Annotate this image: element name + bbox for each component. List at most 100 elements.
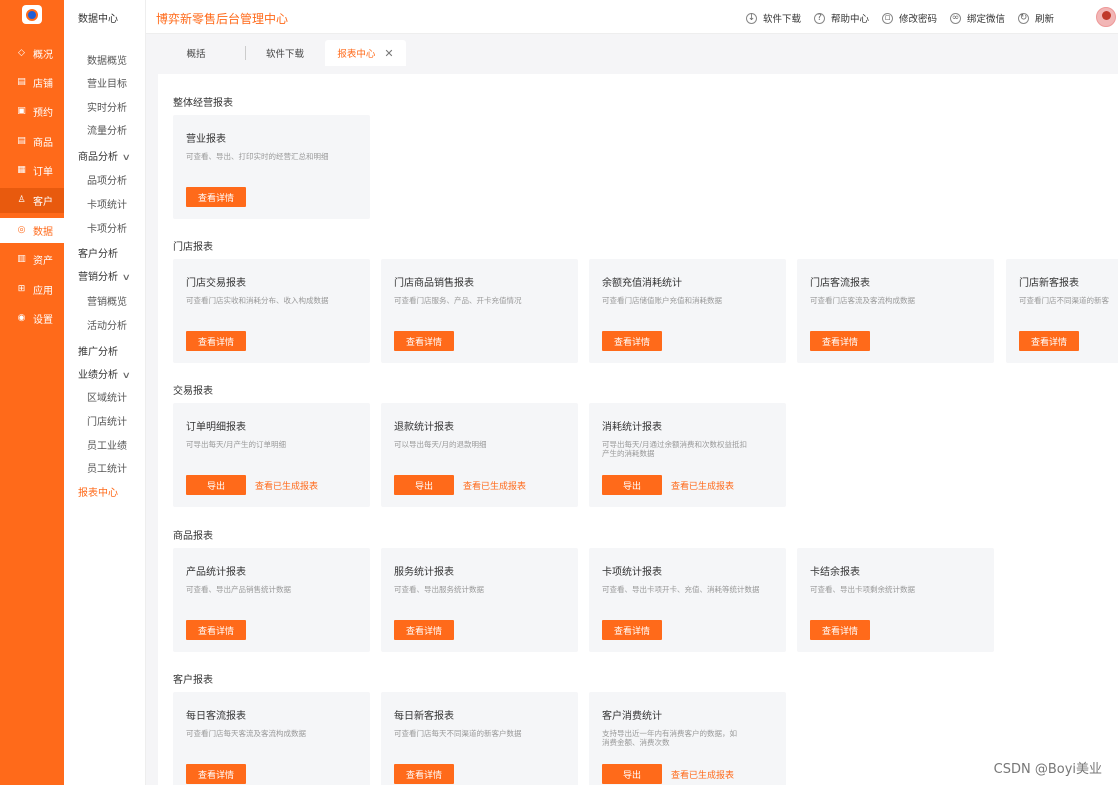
view-generated-reports-link[interactable]: 查看已生成报表 [463,479,526,492]
tab-overview[interactable]: 概括 [146,40,246,66]
card-description: 可查看门店服务、产品、开卡充值情况 [394,296,522,305]
submenu-item-business-target[interactable]: 营业目标 [87,75,127,90]
view-details-button[interactable]: 查看详情 [602,620,662,640]
card-description: 可查看门店每天不同渠道的新客户数据 [394,729,522,738]
section-title-overall: 整体经营报表 [173,98,233,109]
view-details-button[interactable]: 查看详情 [394,620,454,640]
submenu-item-promotion-analysis[interactable]: 推广分析 [78,343,118,358]
submenu-header: 数据中心 [78,14,118,25]
change-password-button[interactable]: ▫ 修改密码 [882,11,937,25]
view-details-button[interactable]: 查看详情 [810,620,870,640]
action-label: 绑定微信 [967,14,1006,25]
nav-label: 设置 [33,315,53,326]
csdn-watermark: CSDN @Boyi美业 [993,762,1102,777]
submenu-item-item-analysis[interactable]: 品项分析 [87,172,127,187]
nav-item-store[interactable]: ▤ 店铺 [0,70,64,95]
submenu-group-goods[interactable]: 商品分析 ∨ [78,148,131,163]
card-description: 可查看门店不同渠道的新客 [1019,296,1109,305]
nav-item-apps[interactable]: ⊞ 应用 [0,277,64,302]
card-title: 每日新客报表 [394,711,454,722]
nav-item-customer[interactable]: ♙ 客户 [0,188,64,213]
submenu-item-report-center[interactable]: 报表中心 [78,484,118,499]
submenu-item-marketing-overview[interactable]: 营销概览 [87,293,127,308]
submenu-item-data-overview[interactable]: 数据概览 [87,52,127,67]
nav-item-asset[interactable]: ▥ 资产 [0,247,64,272]
export-button[interactable]: 导出 [602,764,662,784]
submenu-item-realtime[interactable]: 实时分析 [87,99,127,114]
nav-item-data[interactable]: ◎ 数据 [0,218,64,243]
card-description: 可查看、导出卡项剩余统计数据 [810,585,915,594]
view-details-button[interactable]: 查看详情 [394,764,454,784]
card-description: 可查看门店储值账户充值和消耗数据 [602,296,722,305]
group-label: 业绩分析 [78,370,118,381]
action-label: 软件下载 [763,14,802,25]
tab-software-download[interactable]: 软件下载 [246,40,324,66]
tab-report-center[interactable]: 报表中心 ✕ [325,40,406,66]
store-icon: ▤ [17,77,26,87]
report-card-consumption-stats: 消耗统计报表 可导出每天/月通过余额消费和次数权益抵扣产生的消耗数据 导出 查看… [589,403,786,507]
export-button[interactable]: 导出 [394,475,454,495]
submenu-item-region-stats[interactable]: 区域统计 [87,389,127,404]
asset-icon: ▥ [17,254,26,264]
data-icon: ◎ [17,225,26,235]
export-button[interactable]: 导出 [602,475,662,495]
submenu-item-staff-performance[interactable]: 员工业绩 [87,437,127,452]
refresh-button[interactable]: ↻ 刷新 [1018,11,1054,25]
bind-wechat-button[interactable]: ∞ 绑定微信 [950,11,1005,25]
help-center-button[interactable]: ? 帮助中心 [814,11,869,25]
card-title: 消耗统计报表 [602,422,662,433]
nav-item-goods[interactable]: ▤ 商品 [0,129,64,154]
section-title-customer: 客户报表 [173,675,213,686]
close-icon[interactable]: ✕ [384,47,393,60]
action-label: 修改密码 [899,14,938,25]
download-icon: ↓ [746,12,757,24]
view-generated-reports-link[interactable]: 查看已生成报表 [671,768,734,781]
export-button[interactable]: 导出 [186,475,246,495]
view-generated-reports-link[interactable]: 查看已生成报表 [671,479,734,492]
card-description: 可查看、导出产品销售统计数据 [186,585,291,594]
submenu-item-card-analysis[interactable]: 卡项分析 [87,220,127,235]
submenu-item-customer-analysis[interactable]: 客户分析 [78,245,118,260]
submenu-item-activity-analysis[interactable]: 活动分析 [87,317,127,332]
nav-item-booking[interactable]: ▣ 预约 [0,99,64,124]
card-description: 可导出每天/月通过余额消费和次数权益抵扣产生的消耗数据 [602,440,748,458]
wechat-icon: ∞ [950,12,961,24]
download-software-button[interactable]: ↓ 软件下载 [746,11,801,25]
view-details-button[interactable]: 查看详情 [1019,331,1079,351]
view-details-button[interactable]: 查看详情 [394,331,454,351]
tab-label: 报表中心 [337,49,376,60]
nav-item-order[interactable]: ▦ 订单 [0,158,64,183]
view-details-button[interactable]: 查看详情 [186,187,246,207]
view-details-button[interactable]: 查看详情 [186,331,246,351]
report-card-order-detail: 订单明细报表 可导出每天/月产生的订单明细 导出 查看已生成报表 [173,403,370,507]
apps-icon: ⊞ [17,284,26,294]
submenu-group-marketing[interactable]: 营销分析 ∨ [78,268,131,283]
nav-label: 商品 [33,138,53,149]
view-generated-reports-link[interactable]: 查看已生成报表 [255,479,318,492]
nav-item-overview[interactable]: ◇ 概况 [0,41,64,66]
user-avatar[interactable] [1096,7,1116,27]
nav-label: 资产 [33,256,53,267]
view-details-button[interactable]: 查看详情 [186,764,246,784]
calendar-icon: ▣ [17,106,26,116]
card-description: 可查看、导出、打印实时的经营汇总和明细 [186,152,329,161]
card-description: 可查看门店实收和消耗分布、收入构成数据 [186,296,329,305]
app-logo[interactable] [22,5,42,24]
nav-item-settings[interactable]: ◉ 设置 [0,306,64,331]
view-details-button[interactable]: 查看详情 [186,620,246,640]
submenu-item-store-stats[interactable]: 门店统计 [87,413,127,428]
view-details-button[interactable]: 查看详情 [602,331,662,351]
nav-label: 店铺 [33,79,53,90]
page-title: 博弈新零售后台管理中心 [156,12,289,26]
submenu-item-card-stats[interactable]: 卡项统计 [87,196,127,211]
submenu-group-performance[interactable]: 业绩分析 ∨ [78,366,131,381]
report-card-product-stats: 产品统计报表 可查看、导出产品销售统计数据 查看详情 [173,548,370,652]
submenu-item-staff-stats[interactable]: 员工统计 [87,460,127,475]
action-label: 刷新 [1035,14,1055,25]
submenu-item-traffic[interactable]: 流量分析 [87,122,127,137]
nav-label: 客户 [33,197,53,208]
report-card-store-traffic: 门店客流报表 可查看门店客流及客流构成数据 查看详情 [797,259,994,363]
section-title-store: 门店报表 [173,242,213,253]
view-details-button[interactable]: 查看详情 [810,331,870,351]
goods-icon: ▤ [17,136,26,146]
